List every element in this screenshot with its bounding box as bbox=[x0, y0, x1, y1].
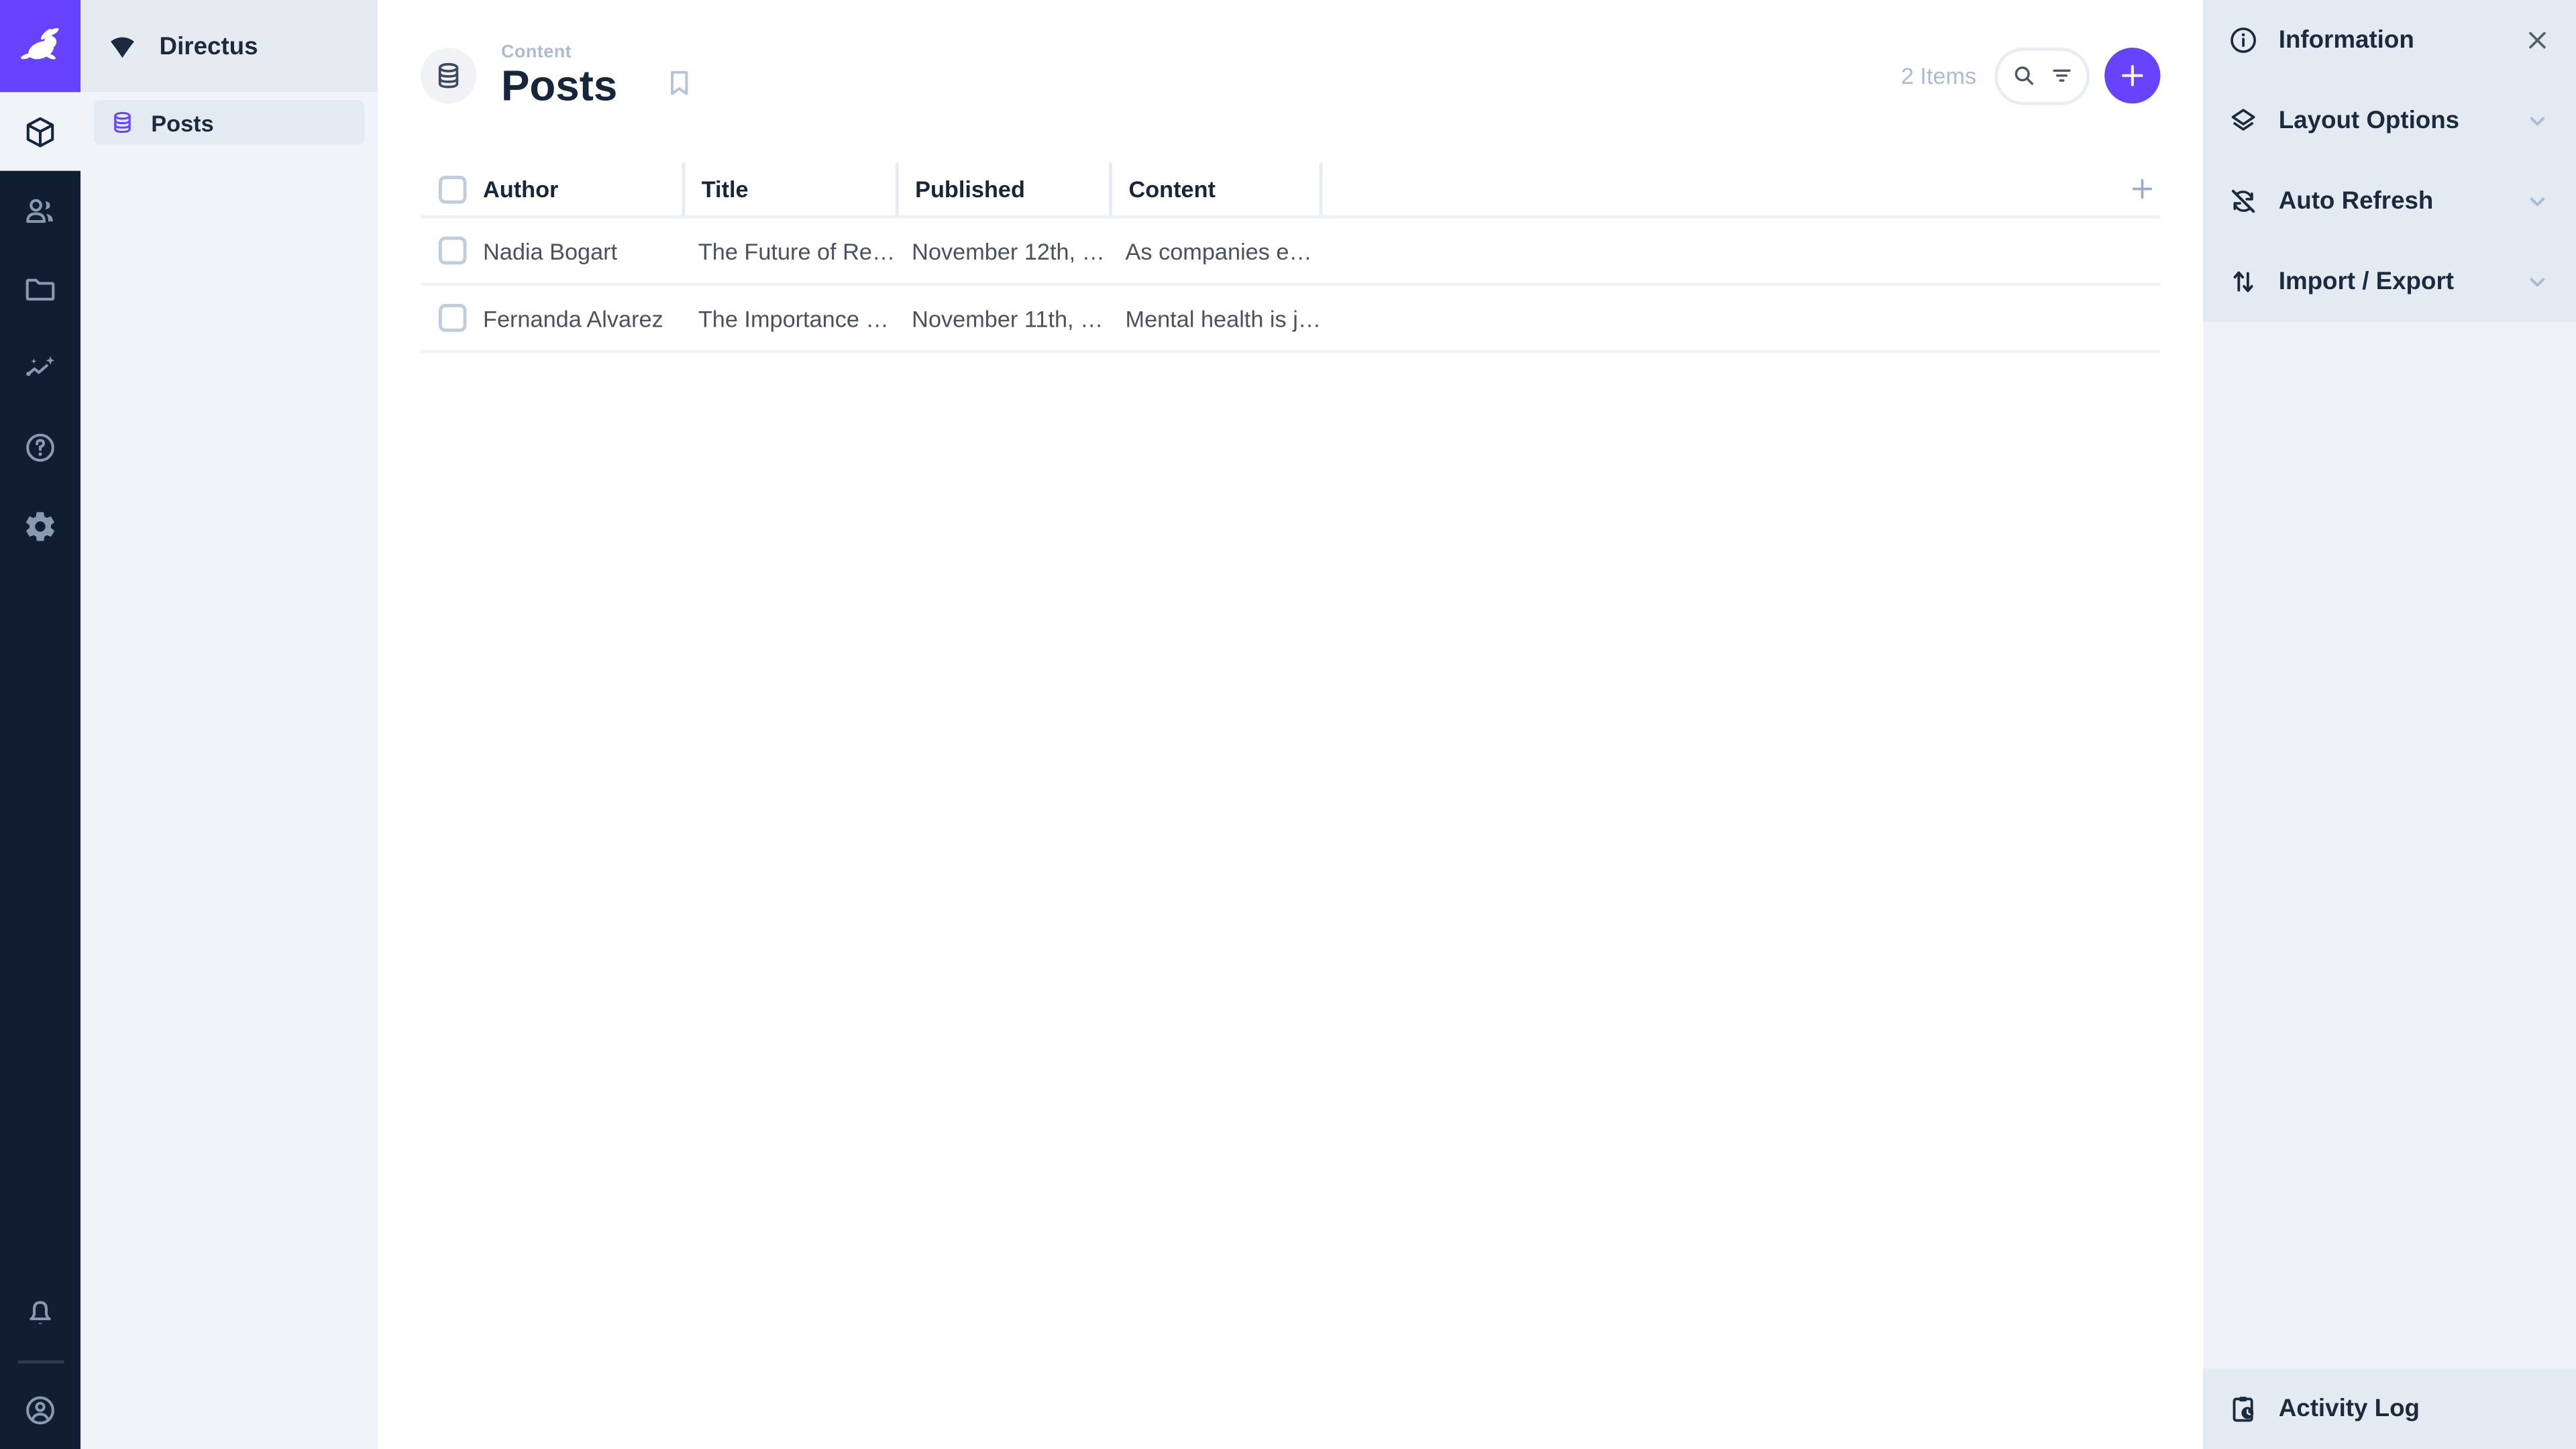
module-bar-divider bbox=[17, 1360, 64, 1364]
item-count: 2 Items bbox=[1900, 62, 1977, 89]
sidebar-section-label: Information bbox=[2278, 26, 2414, 54]
sidebar-section-label: Auto Refresh bbox=[2278, 187, 2434, 215]
chevron-down-icon bbox=[2530, 197, 2545, 207]
module-docs[interactable] bbox=[0, 407, 80, 486]
folder-icon bbox=[25, 278, 55, 300]
column-header-content[interactable]: Content bbox=[1109, 163, 1323, 216]
chevron-down-icon bbox=[2530, 278, 2545, 287]
project-name: Directus bbox=[159, 32, 258, 60]
main-content: Content Posts 2 Items Author Title Publi… bbox=[378, 0, 2204, 1449]
info-icon bbox=[2231, 28, 2256, 53]
sidebar-section-layout-options[interactable]: Layout Options bbox=[2203, 80, 2576, 162]
collection-icon-button[interactable] bbox=[420, 48, 477, 104]
people-icon bbox=[26, 198, 53, 222]
chevron-down-icon bbox=[2530, 117, 2545, 126]
directus-logo-button[interactable] bbox=[0, 0, 81, 93]
cell-content: Mental health is j… bbox=[1125, 305, 1322, 332]
cell-content: As companies e… bbox=[1125, 237, 1312, 264]
sidebar-section-information[interactable]: Information bbox=[2203, 0, 2576, 81]
select-all-checkbox[interactable] bbox=[438, 175, 467, 204]
module-bar-spacer bbox=[0, 565, 80, 1275]
module-content[interactable] bbox=[0, 92, 81, 171]
module-bar bbox=[0, 0, 81, 1449]
layers-icon bbox=[2231, 109, 2255, 131]
account-button[interactable] bbox=[0, 1370, 80, 1449]
activity-log-label: Activity Log bbox=[2278, 1395, 2420, 1423]
bookmark-icon bbox=[670, 71, 688, 95]
add-column-cell bbox=[1322, 163, 2160, 215]
database-icon bbox=[114, 111, 131, 133]
plus-icon[interactable] bbox=[2127, 174, 2157, 204]
help-icon bbox=[26, 433, 54, 462]
module-users[interactable] bbox=[0, 171, 80, 250]
expand-section-control[interactable] bbox=[2524, 107, 2552, 135]
cell-title: The Future of Re… bbox=[698, 237, 896, 264]
search-icon[interactable] bbox=[2010, 62, 2036, 89]
sidebar-section-label: Layout Options bbox=[2278, 107, 2460, 135]
expand-section-control[interactable] bbox=[2524, 187, 2552, 215]
row-checkbox-cell bbox=[421, 219, 483, 283]
close-icon bbox=[2529, 32, 2546, 49]
app-window: Directus Posts Content Posts 2 Items Aut… bbox=[0, 0, 2576, 1449]
sidebar-spacer bbox=[2203, 322, 2576, 1369]
cell-title: The Importance … bbox=[698, 305, 889, 332]
title-block: Content Posts bbox=[501, 43, 617, 109]
insights-icon bbox=[26, 355, 55, 376]
select-all-cell bbox=[421, 163, 483, 215]
items-table: Author Title Published Content Nadia Bog… bbox=[420, 163, 2161, 354]
notifications-button[interactable] bbox=[0, 1275, 80, 1354]
row-checkbox[interactable] bbox=[438, 304, 467, 333]
table-header-row: Author Title Published Content bbox=[420, 163, 2161, 219]
sidebar-section-auto-refresh[interactable]: Auto Refresh bbox=[2203, 161, 2576, 242]
plus-icon bbox=[2121, 65, 2143, 87]
expand-section-control[interactable] bbox=[2524, 268, 2552, 296]
filter-icon[interactable] bbox=[2048, 62, 2074, 89]
header-actions: 2 Items bbox=[1901, 47, 2161, 105]
page-title: Posts bbox=[500, 60, 618, 111]
project-chooser[interactable]: Directus bbox=[80, 0, 378, 93]
add-item-button[interactable] bbox=[2104, 48, 2161, 104]
row-checkbox[interactable] bbox=[438, 237, 467, 266]
table-row[interactable]: Fernanda Alvarez The Importance … Novemb… bbox=[420, 286, 2161, 354]
sidebar-section-import-export[interactable]: Import / Export bbox=[2203, 241, 2576, 323]
sidebar-section-label: Import / Export bbox=[2278, 268, 2454, 296]
close-sidebar-button[interactable] bbox=[2524, 26, 2552, 54]
search-filter-pill bbox=[1994, 47, 2090, 105]
module-files[interactable] bbox=[0, 250, 80, 329]
page-header: Content Posts 2 Items bbox=[420, 0, 2161, 109]
directus-rabbit-logo-icon bbox=[19, 28, 58, 60]
user-circle-icon bbox=[26, 1395, 54, 1424]
box-icon bbox=[26, 116, 54, 147]
module-settings[interactable] bbox=[0, 486, 80, 566]
activity-log-icon bbox=[2233, 1397, 2254, 1422]
bookmark-button[interactable] bbox=[663, 68, 695, 107]
table-row[interactable]: Nadia Bogart The Future of Re… November … bbox=[420, 219, 2161, 286]
bell-icon bbox=[30, 1300, 51, 1324]
cell-published: November 12th, … bbox=[912, 237, 1105, 264]
cell-author: Nadia Bogart bbox=[483, 237, 618, 264]
row-checkbox-cell bbox=[421, 286, 483, 351]
import-export-icon bbox=[2233, 271, 2253, 292]
sync-disabled-icon bbox=[2231, 189, 2255, 213]
breadcrumb[interactable]: Content bbox=[501, 43, 617, 62]
column-header-title[interactable]: Title bbox=[682, 163, 895, 216]
module-insights[interactable] bbox=[0, 329, 80, 408]
cell-published: November 11th, … bbox=[912, 305, 1104, 332]
sidebar-item-posts[interactable]: Posts bbox=[93, 100, 365, 145]
nav-item-label: Posts bbox=[151, 109, 214, 136]
column-header-published[interactable]: Published bbox=[895, 163, 1109, 216]
nav-sidebar: Directus Posts bbox=[80, 0, 378, 1449]
right-sidebar: Information Layout Options Auto Refresh … bbox=[2203, 0, 2576, 1449]
wifi-fan-icon bbox=[111, 36, 134, 58]
gear-icon bbox=[25, 511, 54, 541]
cell-author: Fernanda Alvarez bbox=[483, 305, 663, 332]
column-header-author[interactable]: Author bbox=[483, 163, 682, 215]
sidebar-activity-log[interactable]: Activity Log bbox=[2203, 1368, 2576, 1449]
database-icon bbox=[438, 63, 459, 89]
